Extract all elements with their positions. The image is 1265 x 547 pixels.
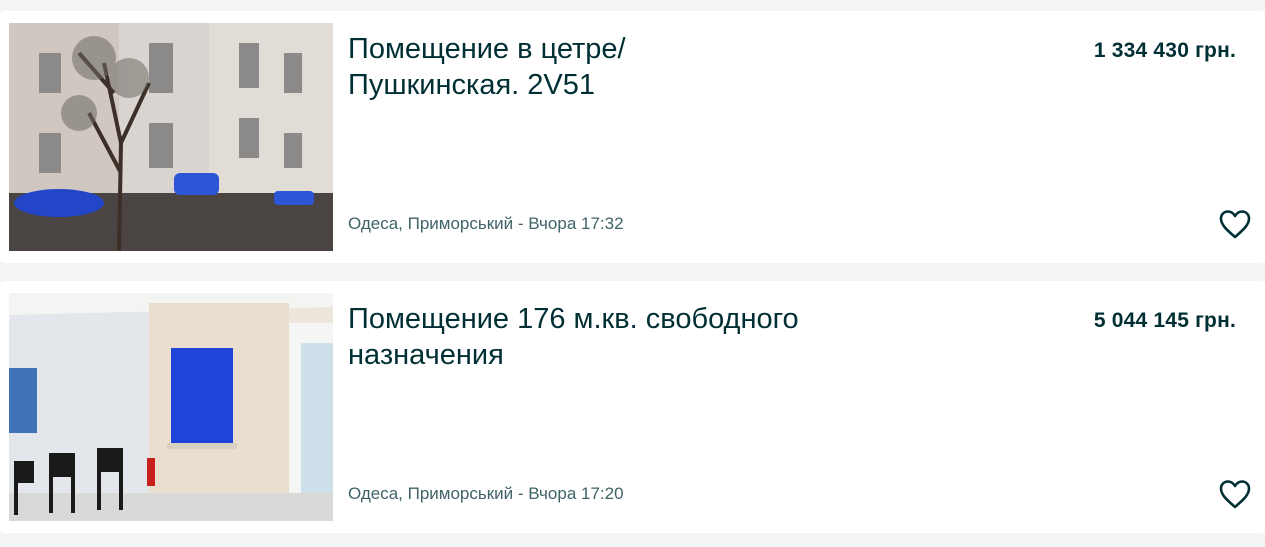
listing-card[interactable]: Помещение 176 м.кв. свободного назначени… bbox=[0, 281, 1265, 533]
listing-list: Помещение в цетре/ Пушкинская. 2V51 1 33… bbox=[0, 0, 1265, 547]
favorite-button[interactable] bbox=[1218, 208, 1252, 240]
listing-location-date: Одеса, Приморський - Вчора 17:32 bbox=[348, 214, 624, 233]
listing-title-line: Пушкинская. 2V51 bbox=[348, 69, 596, 101]
heart-outline-icon bbox=[1219, 480, 1251, 509]
office-room-image bbox=[9, 293, 333, 521]
listing-price: 5 044 145 грн. bbox=[1093, 309, 1236, 332]
listing-photo[interactable] bbox=[9, 23, 333, 251]
listing-location-date: Одеса, Приморський - Вчора 17:20 bbox=[348, 484, 624, 503]
listing-title[interactable]: Помещение в цетре/ Пушкинская. 2V51 bbox=[348, 31, 948, 103]
favorite-button[interactable] bbox=[1218, 478, 1252, 510]
building-facade-image bbox=[9, 23, 333, 251]
listing-card[interactable]: Помещение в цетре/ Пушкинская. 2V51 1 33… bbox=[0, 11, 1265, 263]
listing-title-line: назначения bbox=[348, 339, 504, 371]
listing-title[interactable]: Помещение 176 м.кв. свободного назначени… bbox=[348, 301, 948, 373]
listing-price: 1 334 430 грн. bbox=[1093, 39, 1236, 62]
listing-title-line: Помещение в цетре/ bbox=[348, 33, 626, 65]
listing-title-line: Помещение 176 м.кв. свободного bbox=[348, 303, 799, 335]
heart-outline-icon bbox=[1219, 210, 1251, 239]
listing-photo[interactable] bbox=[9, 293, 333, 521]
